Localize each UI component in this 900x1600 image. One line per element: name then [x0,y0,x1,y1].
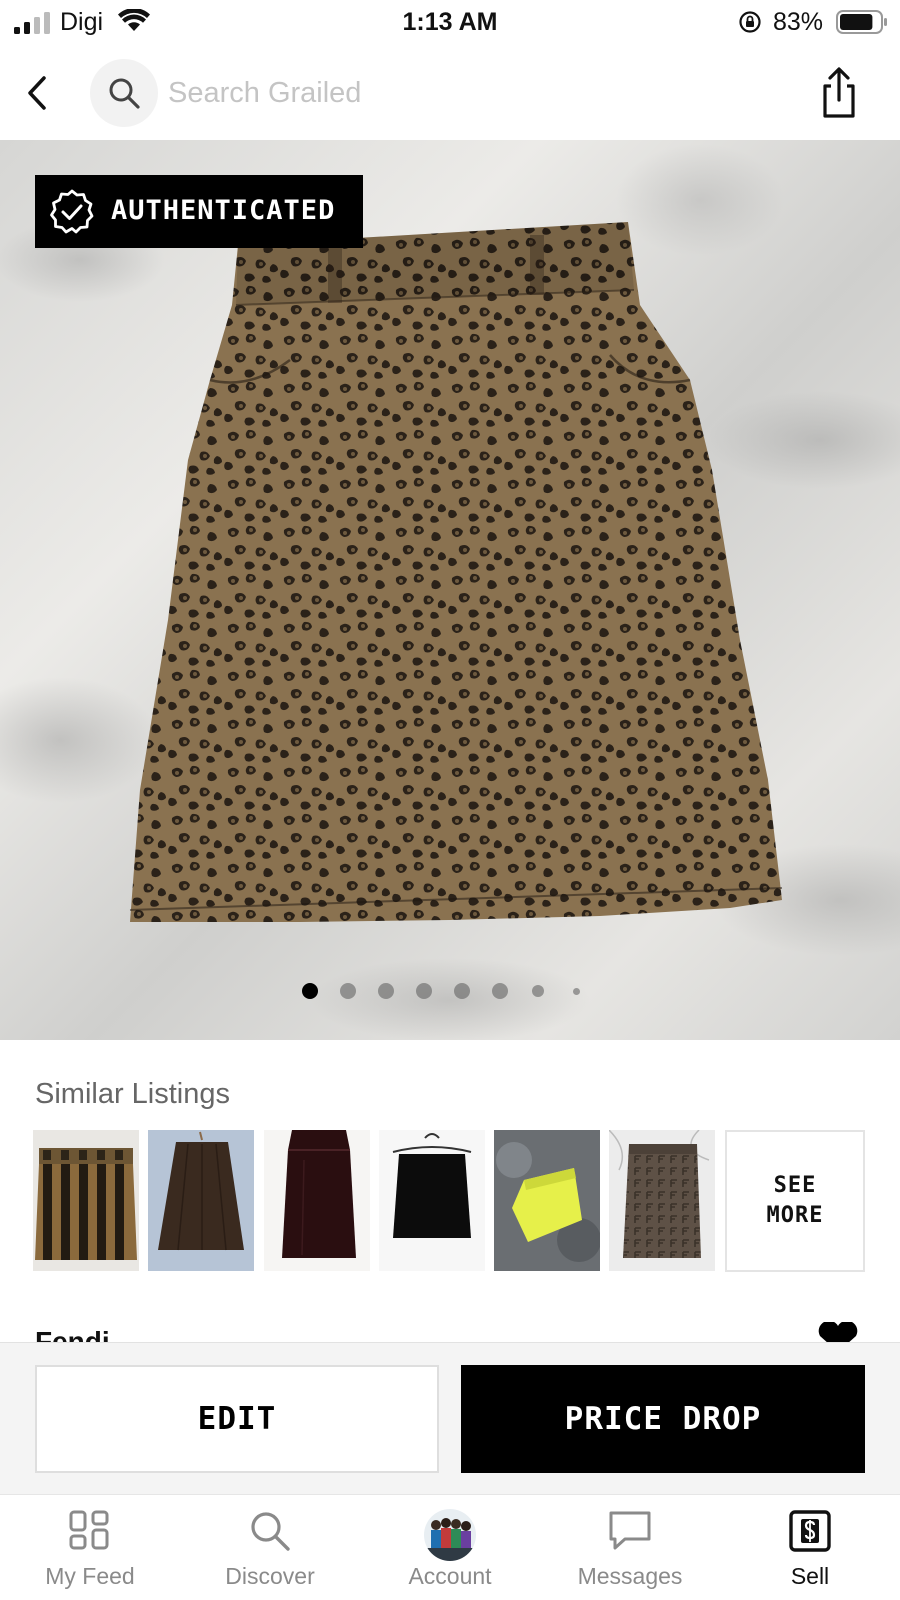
striped-skirt-thumbnail[interactable] [33,1130,139,1271]
carousel-dot-active[interactable] [302,983,318,999]
velvet-mini-skirt-thumbnail[interactable] [264,1130,370,1271]
carousel-dot[interactable] [572,987,580,995]
brand-name[interactable]: Fendi [35,1322,110,1342]
tab-bar: My Feed Discover Account Messages Sell [0,1494,900,1600]
see-more-button[interactable]: SEE MORE [725,1130,865,1272]
avatar [424,1509,476,1561]
sell-dollar-icon [789,1510,831,1552]
verified-check-icon [50,189,94,234]
battery-icon [836,10,887,34]
price-drop-button[interactable]: PRICE DROP [461,1365,865,1473]
top-nav [0,52,900,138]
message-bubble-icon [609,1511,651,1550]
tab-messages[interactable]: Messages [540,1495,720,1600]
search-icon [251,1512,290,1551]
tab-label-discover: Discover [225,1563,315,1589]
status-time: 1:13 AM [402,8,498,36]
carousel-dot[interactable] [454,983,470,999]
feed-grid-icon [69,1510,109,1550]
orientation-lock-icon [739,11,761,33]
carousel-dot[interactable] [378,983,394,999]
yellow-skirt-thumbnail[interactable] [494,1130,600,1271]
heart-icon[interactable] [812,1322,864,1342]
black-mini-skirt-thumbnail[interactable] [379,1130,485,1271]
brown-pleated-skirt-thumbnail[interactable] [148,1130,254,1271]
search-input[interactable] [168,70,728,116]
listing-photo [129,222,783,922]
battery-percent: 83% [773,8,824,36]
monogram-skirt-thumbnail[interactable] [609,1130,715,1271]
listing-image-carousel[interactable]: AUTHENTICATED [0,140,900,1040]
authenticated-badge: AUTHENTICATED [35,175,363,248]
tab-account[interactable]: Account [360,1495,540,1600]
carousel-dot[interactable] [532,985,544,997]
tab-discover[interactable]: Discover [180,1495,360,1600]
tab-label-account: Account [408,1563,492,1589]
carousel-dot[interactable] [416,983,432,999]
carousel-dots[interactable] [0,983,900,1003]
search-icon [109,78,140,109]
similar-listings-title: Similar Listings [35,1078,230,1110]
tab-label-messages: Messages [577,1563,683,1589]
authenticated-label: AUTHENTICATED [111,195,336,226]
share-button[interactable] [816,66,862,120]
tab-label-my-feed: My Feed [45,1563,135,1589]
action-bar: EDIT PRICE DROP [0,1342,900,1494]
back-button[interactable] [18,68,58,118]
edit-button[interactable]: EDIT [35,1365,439,1473]
search-button[interactable] [90,59,158,127]
tab-sell[interactable]: Sell [720,1495,900,1600]
tab-my-feed[interactable]: My Feed [0,1495,180,1600]
carousel-dot[interactable] [492,983,508,999]
carousel-dot[interactable] [340,983,356,999]
tab-label-sell: Sell [790,1563,830,1589]
status-bar: Digi 1:13 AM 83% [0,0,900,46]
